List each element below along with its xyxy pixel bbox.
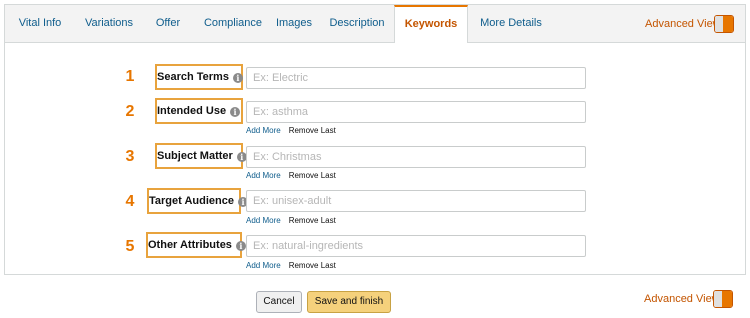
target-audience-label-box: Target Audience i: [147, 188, 248, 214]
subject-matter-links: Add More Remove Last: [246, 171, 336, 180]
remove-last-link[interactable]: Remove Last: [289, 126, 336, 135]
tab-bar: Vital Info Variations Offer Compliance I…: [5, 5, 745, 43]
search-terms-label: Search Terms: [157, 71, 229, 83]
tab-keywords[interactable]: Keywords: [394, 5, 468, 43]
intended-use-links: Add More Remove Last: [246, 126, 336, 135]
tab-vital-info[interactable]: Vital Info: [11, 5, 69, 43]
row-number-4: 4: [125, 193, 135, 210]
tab-variations[interactable]: Variations: [75, 5, 143, 43]
tab-more-details[interactable]: More Details: [475, 5, 547, 43]
tab-images[interactable]: Images: [271, 5, 317, 43]
toggle-on-indicator: [722, 291, 732, 307]
cancel-button[interactable]: Cancel: [256, 291, 302, 313]
tab-compliance[interactable]: Compliance: [193, 5, 273, 43]
footer-advanced-view-label: Advanced View: [644, 293, 720, 305]
other-attributes-input[interactable]: [246, 235, 586, 257]
advanced-view-toggle[interactable]: [714, 15, 734, 33]
search-terms-label-box: Search Terms i: [155, 64, 243, 90]
intended-use-label-box: Intended Use i: [155, 98, 243, 124]
info-icon[interactable]: i: [235, 241, 246, 251]
target-audience-input[interactable]: [246, 190, 586, 212]
tab-offer[interactable]: Offer: [145, 5, 191, 43]
target-audience-label: Target Audience: [149, 195, 234, 207]
remove-last-link[interactable]: Remove Last: [289, 171, 336, 180]
footer-advanced-view-toggle[interactable]: [713, 290, 733, 308]
add-more-link[interactable]: Add More: [246, 171, 281, 180]
intended-use-label: Intended Use: [157, 105, 227, 117]
toggle-on-indicator: [723, 16, 733, 32]
other-attributes-label-box: Other Attributes i: [146, 232, 246, 258]
subject-matter-label: Subject Matter: [157, 150, 233, 162]
target-audience-links: Add More Remove Last: [246, 216, 336, 225]
remove-last-link[interactable]: Remove Last: [289, 261, 336, 270]
row-number-3: 3: [125, 148, 135, 165]
row-number-2: 2: [125, 103, 135, 120]
info-icon[interactable]: i: [230, 107, 241, 117]
tab-description[interactable]: Description: [323, 5, 391, 43]
advanced-view-label: Advanced View: [645, 18, 721, 30]
save-and-finish-button[interactable]: Save and finish: [307, 291, 391, 313]
other-attributes-label: Other Attributes: [148, 239, 232, 251]
row-number-5: 5: [125, 238, 135, 255]
other-attributes-links: Add More Remove Last: [246, 261, 336, 270]
subject-matter-input[interactable]: [246, 146, 586, 168]
add-more-link[interactable]: Add More: [246, 261, 281, 270]
intended-use-input[interactable]: [246, 101, 586, 123]
info-icon[interactable]: i: [232, 73, 243, 83]
row-number-1: 1: [125, 68, 135, 85]
add-more-link[interactable]: Add More: [246, 126, 281, 135]
search-terms-input[interactable]: [246, 67, 586, 89]
remove-last-link[interactable]: Remove Last: [289, 216, 336, 225]
subject-matter-label-box: Subject Matter i: [155, 143, 247, 169]
add-more-link[interactable]: Add More: [246, 216, 281, 225]
